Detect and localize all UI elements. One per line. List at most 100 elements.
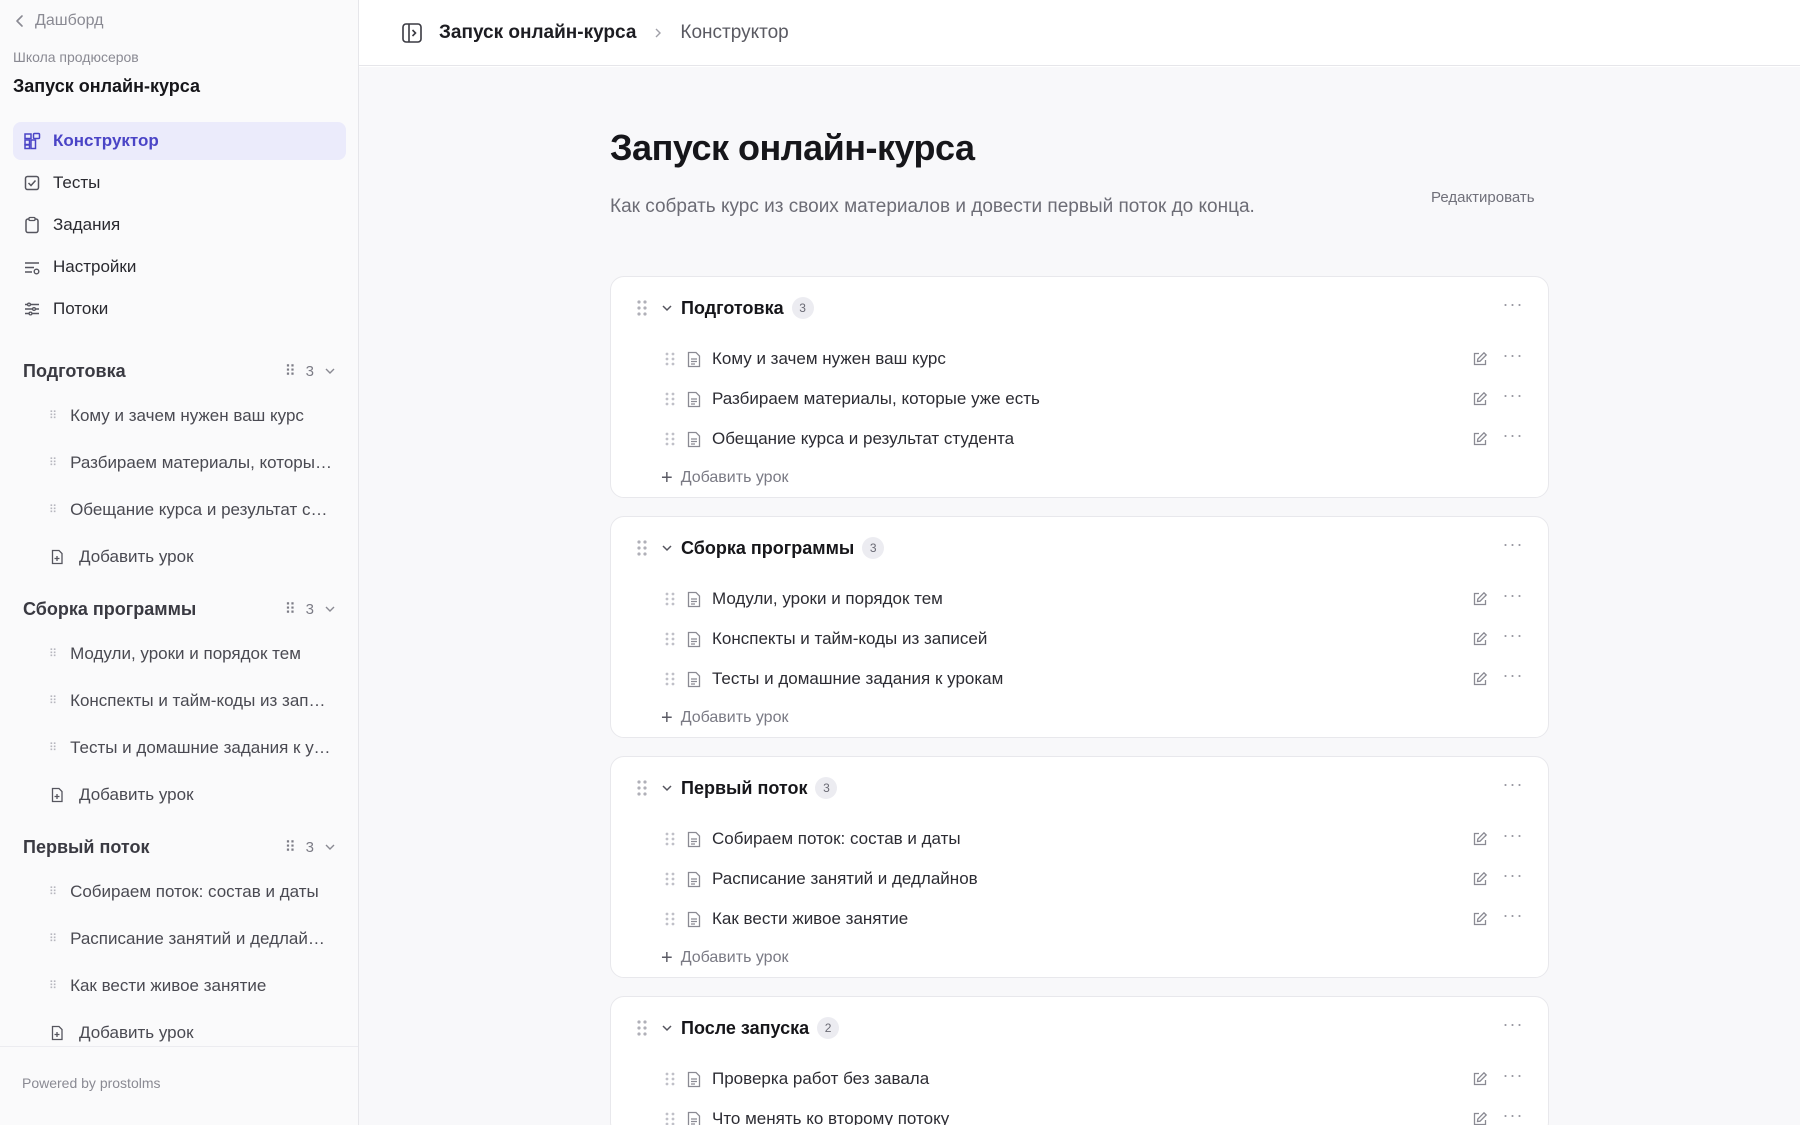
more-options-icon[interactable]: ···: [1502, 775, 1524, 797]
more-options-icon[interactable]: ···: [1502, 826, 1524, 848]
nav-item-constructor[interactable]: Конструктор: [13, 122, 346, 160]
nav-item-tests[interactable]: Тесты: [13, 164, 346, 202]
sidebar-add-lesson[interactable]: Добавить урок: [13, 533, 346, 580]
drag-handle-icon[interactable]: [635, 299, 649, 317]
drag-handle-icon[interactable]: [664, 351, 676, 367]
sidebar-lesson[interactable]: ⠿ Модули, уроки и порядок тем: [13, 630, 346, 677]
section-title[interactable]: Первый поток: [681, 778, 807, 799]
chevron-down-icon[interactable]: [661, 302, 673, 314]
more-options-icon[interactable]: ···: [1502, 666, 1524, 688]
drag-handle-icon[interactable]: [664, 431, 676, 447]
lesson-title[interactable]: Конспекты и тайм-коды из записей: [712, 629, 1472, 649]
sidebar-section-header[interactable]: Первый поток ⠿ 3: [13, 826, 346, 868]
chevron-down-icon[interactable]: [324, 841, 336, 853]
sidebar-lesson[interactable]: ⠿ Расписание занятий и дедлайнов: [13, 915, 346, 962]
edit-icon[interactable]: [1472, 911, 1488, 927]
drag-handle-icon[interactable]: ⠿: [49, 503, 57, 516]
edit-icon[interactable]: [1472, 631, 1488, 647]
nav-item-settings[interactable]: Настройки: [13, 248, 346, 286]
edit-icon[interactable]: [1472, 391, 1488, 407]
drag-handle-icon[interactable]: [664, 1111, 676, 1125]
drag-handle-icon[interactable]: ⠿: [285, 600, 296, 618]
chevron-down-icon[interactable]: [661, 542, 673, 554]
sidebar-lesson[interactable]: ⠿ Как вести живое занятие: [13, 962, 346, 1009]
lesson-title[interactable]: Проверка работ без завала: [712, 1069, 1472, 1089]
sidebar-section-header[interactable]: Подготовка ⠿ 3: [13, 350, 346, 392]
sidebar-add-lesson[interactable]: Добавить урок: [13, 1009, 346, 1048]
drag-handle-icon[interactable]: ⠿: [49, 932, 57, 945]
edit-icon[interactable]: [1472, 671, 1488, 687]
chevron-down-icon[interactable]: [661, 1022, 673, 1034]
nav-item-assignments[interactable]: Задания: [13, 206, 346, 244]
lesson-title[interactable]: Обещание курса и результат студента: [712, 429, 1472, 449]
nav-item-streams[interactable]: Потоки: [13, 290, 346, 328]
drag-handle-icon[interactable]: [635, 539, 649, 557]
more-options-icon[interactable]: ···: [1502, 386, 1524, 408]
more-options-icon[interactable]: ···: [1502, 866, 1524, 888]
lesson-title[interactable]: Кому и зачем нужен ваш курс: [712, 349, 1472, 369]
drag-handle-icon[interactable]: ⠿: [49, 885, 57, 898]
lesson-title[interactable]: Собираем поток: состав и даты: [712, 829, 1472, 849]
sidebar-lesson[interactable]: ⠿ Кому и зачем нужен ваш курс: [13, 392, 346, 439]
edit-icon[interactable]: [1472, 1071, 1488, 1087]
drag-handle-icon[interactable]: ⠿: [285, 362, 296, 380]
more-options-icon[interactable]: ···: [1502, 626, 1524, 648]
drag-handle-icon[interactable]: ⠿: [285, 838, 296, 856]
more-options-icon[interactable]: ···: [1502, 906, 1524, 928]
drag-handle-icon[interactable]: ⠿: [49, 979, 57, 992]
lesson-title[interactable]: Что менять ко второму потоку: [712, 1109, 1472, 1125]
lesson-title[interactable]: Модули, уроки и порядок тем: [712, 589, 1472, 609]
drag-handle-icon[interactable]: [635, 779, 649, 797]
chevron-down-icon[interactable]: [324, 365, 336, 377]
edit-icon[interactable]: [1472, 1111, 1488, 1125]
edit-icon[interactable]: [1472, 831, 1488, 847]
add-lesson-button[interactable]: + Добавить урок: [611, 939, 1548, 977]
drag-handle-icon[interactable]: ⠿: [49, 647, 57, 660]
add-lesson-button[interactable]: + Добавить урок: [611, 699, 1548, 737]
sidebar-lesson[interactable]: ⠿ Обещание курса и результат студента: [13, 486, 346, 533]
add-lesson-button[interactable]: + Добавить урок: [611, 459, 1548, 497]
more-options-icon[interactable]: ···: [1502, 426, 1524, 448]
sidebar-toggle-icon[interactable]: [401, 22, 423, 44]
lesson-title[interactable]: Разбираем материалы, которые уже есть: [712, 389, 1472, 409]
drag-handle-icon[interactable]: ⠿: [49, 456, 57, 469]
edit-icon[interactable]: [1472, 351, 1488, 367]
drag-handle-icon[interactable]: ⠿: [49, 741, 57, 754]
lesson-title[interactable]: Расписание занятий и дедлайнов: [712, 869, 1472, 889]
edit-icon[interactable]: [1472, 431, 1488, 447]
chevron-down-icon[interactable]: [661, 782, 673, 794]
more-options-icon[interactable]: ···: [1502, 586, 1524, 608]
lesson-title[interactable]: Как вести живое занятие: [712, 909, 1472, 929]
lesson-title[interactable]: Тесты и домашние задания к урокам: [712, 669, 1472, 689]
more-options-icon[interactable]: ···: [1502, 1066, 1524, 1088]
chevron-down-icon[interactable]: [324, 603, 336, 615]
drag-handle-icon[interactable]: [664, 391, 676, 407]
sidebar-lesson[interactable]: ⠿ Разбираем материалы, которые уже есть: [13, 439, 346, 486]
more-options-icon[interactable]: ···: [1502, 346, 1524, 368]
drag-handle-icon[interactable]: [664, 871, 676, 887]
more-options-icon[interactable]: ···: [1502, 535, 1524, 557]
drag-handle-icon[interactable]: [664, 631, 676, 647]
sidebar-lesson[interactable]: ⠿ Собираем поток: состав и даты: [13, 868, 346, 915]
edit-icon[interactable]: [1472, 871, 1488, 887]
sidebar-add-lesson[interactable]: Добавить урок: [13, 771, 346, 818]
drag-handle-icon[interactable]: [635, 1019, 649, 1037]
drag-handle-icon[interactable]: [664, 911, 676, 927]
more-options-icon[interactable]: ···: [1502, 1015, 1524, 1037]
edit-icon[interactable]: [1472, 591, 1488, 607]
drag-handle-icon[interactable]: ⠿: [49, 409, 57, 422]
drag-handle-icon[interactable]: [664, 1071, 676, 1087]
section-title[interactable]: Подготовка: [681, 298, 784, 319]
drag-handle-icon[interactable]: [664, 671, 676, 687]
drag-handle-icon[interactable]: [664, 591, 676, 607]
breadcrumb-course[interactable]: Запуск онлайн-курса: [439, 22, 636, 44]
drag-handle-icon[interactable]: ⠿: [49, 694, 57, 707]
drag-handle-icon[interactable]: [664, 831, 676, 847]
back-to-dashboard-link[interactable]: Дашборд: [13, 12, 104, 30]
edit-course-link[interactable]: Редактировать: [1431, 189, 1535, 206]
sidebar-section-header[interactable]: Сборка программы ⠿ 3: [13, 588, 346, 630]
more-options-icon[interactable]: ···: [1502, 1106, 1524, 1125]
sidebar-lesson[interactable]: ⠿ Конспекты и тайм-коды из записей: [13, 677, 346, 724]
section-title[interactable]: После запуска: [681, 1018, 809, 1039]
sidebar-lesson[interactable]: ⠿ Тесты и домашние задания к урокам: [13, 724, 346, 771]
